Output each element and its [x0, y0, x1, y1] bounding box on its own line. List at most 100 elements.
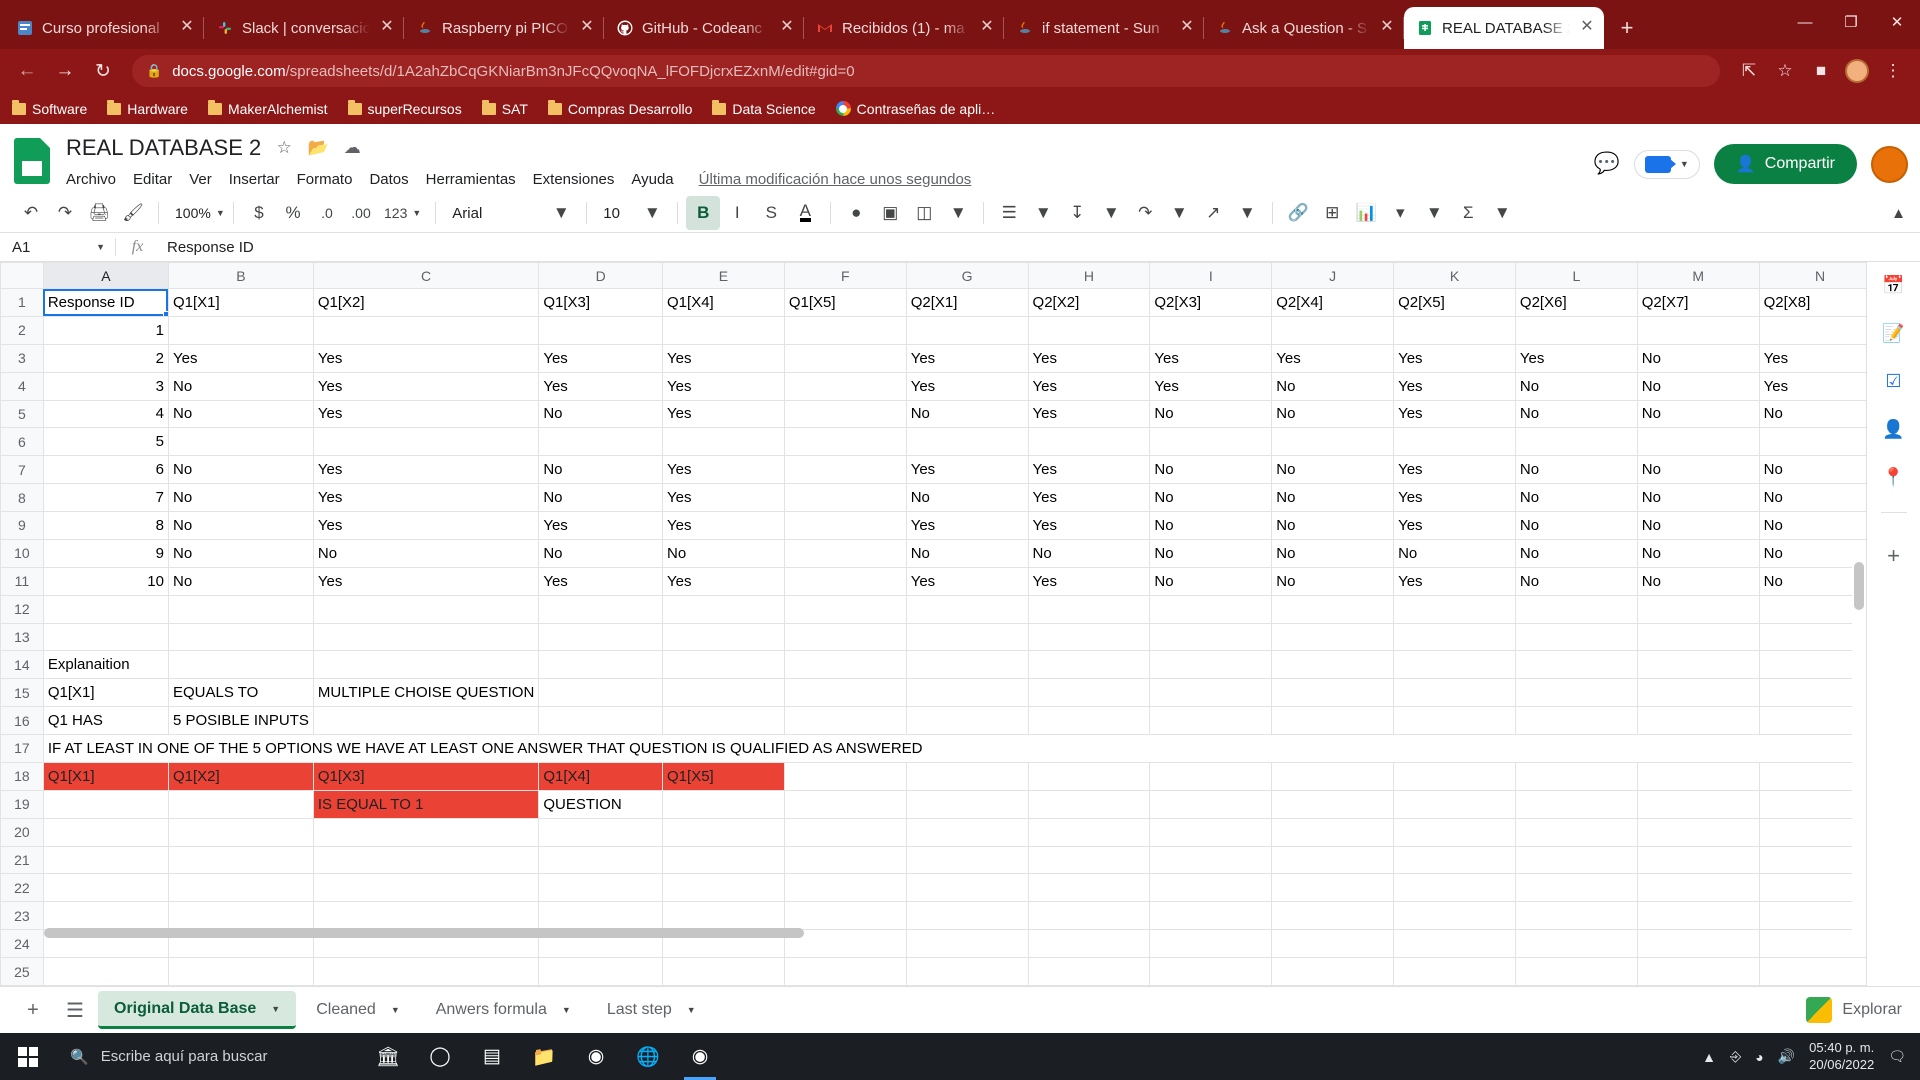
increase-decimal-button[interactable]: .00	[344, 196, 378, 230]
grid-cell[interactable]	[784, 623, 906, 651]
grid-cell[interactable]: No	[1150, 539, 1272, 567]
grid-cell[interactable]: No	[539, 456, 663, 484]
grid-cell[interactable]: Q1[X2]	[168, 762, 313, 790]
grid-cell[interactable]: No	[168, 456, 313, 484]
grid-cell[interactable]	[539, 316, 663, 344]
share-icon[interactable]: ⇱	[1732, 54, 1766, 88]
grid-cell[interactable]	[1637, 623, 1759, 651]
grid-cell[interactable]	[539, 595, 663, 623]
close-icon[interactable]: ✕	[1378, 19, 1396, 37]
grid-cell[interactable]	[663, 874, 785, 902]
grid-cell[interactable]: Q1[X2]	[313, 289, 538, 317]
back-icon[interactable]: ←	[10, 54, 44, 88]
usb-icon[interactable]: ⎆	[1730, 1048, 1741, 1065]
row-header-5[interactable]: 5	[1, 400, 44, 428]
grid-cell[interactable]	[1515, 762, 1637, 790]
grid-cell[interactable]: No	[1515, 512, 1637, 540]
grid-cell[interactable]	[1394, 623, 1516, 651]
grid-cell[interactable]: 9	[43, 539, 168, 567]
profile-icon[interactable]	[1840, 54, 1874, 88]
filter-icon[interactable]: ▾	[1383, 196, 1417, 230]
grid-cell[interactable]: Yes	[1394, 512, 1516, 540]
grid-cell[interactable]: Yes	[1394, 567, 1516, 595]
redo-icon[interactable]: ↷	[48, 196, 82, 230]
column-header-J[interactable]: J	[1272, 263, 1394, 289]
grid-cell[interactable]: Yes	[1028, 344, 1150, 372]
grid-cell[interactable]	[1394, 958, 1516, 986]
grid-cell[interactable]	[906, 874, 1028, 902]
grid-cell[interactable]: No	[168, 539, 313, 567]
grid-cell[interactable]: Q1[X5]	[784, 289, 906, 317]
grid-cell[interactable]	[1272, 846, 1394, 874]
grid-cell[interactable]: Yes	[663, 456, 785, 484]
row-header-15[interactable]: 15	[1, 679, 44, 707]
grid-cell[interactable]	[1272, 707, 1394, 735]
browser-tab-7-active[interactable]: REAL DATABASE 2 ✕	[1404, 7, 1604, 49]
grid-cell[interactable]	[784, 679, 906, 707]
grid-cell[interactable]: Yes	[313, 372, 538, 400]
column-header-G[interactable]: G	[906, 263, 1028, 289]
grid-cell[interactable]	[1515, 846, 1637, 874]
grid-cell[interactable]	[1637, 679, 1759, 707]
grid-cell[interactable]: Q1[X3]	[313, 762, 538, 790]
grid-cell[interactable]: MULTIPLE CHOISE QUESTION	[313, 679, 538, 707]
browser-menu-icon[interactable]: ⋮	[1876, 54, 1910, 88]
grid-cell[interactable]: Yes	[906, 456, 1028, 484]
column-header-K[interactable]: K	[1394, 263, 1516, 289]
address-bar[interactable]: 🔒 docs.google.com/spreadsheets/d/1A2ahZb…	[132, 55, 1720, 87]
close-window-button[interactable]: ✕	[1874, 0, 1920, 44]
grid-cell[interactable]: Yes	[1394, 372, 1516, 400]
grid-cell[interactable]	[906, 707, 1028, 735]
grid-cell[interactable]	[663, 846, 785, 874]
grid-cell[interactable]	[313, 595, 538, 623]
grid-cell[interactable]: Q2[X5]	[1394, 289, 1516, 317]
grid-cell[interactable]	[168, 316, 313, 344]
taj-mahal-widget-icon[interactable]: 🏛	[364, 1033, 412, 1080]
grid-cell[interactable]	[784, 595, 906, 623]
close-icon[interactable]: ✕	[1578, 19, 1596, 37]
grid-cell[interactable]	[784, 874, 906, 902]
grid-cell[interactable]: Yes	[663, 512, 785, 540]
menu-ayuda[interactable]: Ayuda	[631, 171, 673, 188]
grid-cell[interactable]	[906, 846, 1028, 874]
filter-chevron-icon[interactable]: ▼	[1417, 196, 1451, 230]
grid-cell[interactable]	[1637, 790, 1759, 818]
menu-ver[interactable]: Ver	[189, 171, 212, 188]
row-header-2[interactable]: 2	[1, 316, 44, 344]
grid-cell[interactable]	[1028, 846, 1150, 874]
browser-tab-2[interactable]: Raspberry pi PICO ✕	[404, 7, 604, 49]
print-icon[interactable]: 🖨	[82, 196, 116, 230]
bookmark-contrasenas[interactable]: Contraseñas de apli…	[836, 101, 996, 117]
sheet-tab-cleaned[interactable]: Cleaned▼	[300, 991, 416, 1029]
row-header-19[interactable]: 19	[1, 790, 44, 818]
fill-color-icon[interactable]: ●	[839, 196, 873, 230]
grid-cell[interactable]	[1759, 316, 1881, 344]
row-header-25[interactable]: 25	[1, 958, 44, 986]
grid-cell[interactable]	[663, 679, 785, 707]
grid-cell[interactable]	[1637, 762, 1759, 790]
grid-cell[interactable]	[1394, 595, 1516, 623]
minimize-button[interactable]: —	[1782, 0, 1828, 44]
grid-cell[interactable]	[1759, 428, 1881, 456]
collapse-toolbar-icon[interactable]: ▲	[1891, 205, 1906, 222]
bookmark-data-science[interactable]: Data Science	[712, 101, 815, 117]
column-header-F[interactable]: F	[784, 263, 906, 289]
grid-cell[interactable]	[1637, 818, 1759, 846]
grid-cell[interactable]	[313, 874, 538, 902]
insert-chart-icon[interactable]: 📊	[1349, 196, 1383, 230]
grid-cell[interactable]	[1150, 874, 1272, 902]
grid-cell[interactable]	[1637, 595, 1759, 623]
grid-cell[interactable]	[663, 428, 785, 456]
text-wrap-icon[interactable]: ↷	[1128, 196, 1162, 230]
close-icon[interactable]: ✕	[178, 19, 196, 37]
grid-cell[interactable]	[663, 818, 785, 846]
taskbar-search[interactable]: 🔍 Escribe aquí para buscar	[56, 1048, 356, 1066]
row-header-4[interactable]: 4	[1, 372, 44, 400]
close-icon[interactable]: ✕	[778, 19, 796, 37]
grid-cell[interactable]: Q2[X2]	[1028, 289, 1150, 317]
grid-cell[interactable]	[906, 818, 1028, 846]
grid-cell[interactable]	[1272, 428, 1394, 456]
browser-tab-1[interactable]: Slack | conversacio ✕	[204, 7, 404, 49]
grid-cell[interactable]: 5 POSIBLE INPUTS	[168, 707, 313, 735]
grid-cell[interactable]	[663, 790, 785, 818]
